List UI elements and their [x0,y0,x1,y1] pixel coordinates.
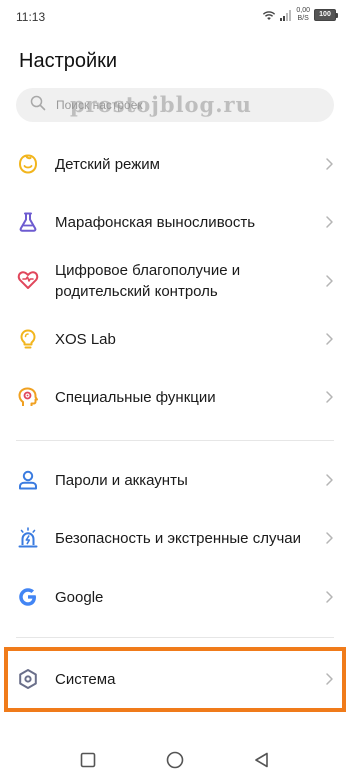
flask-icon [16,210,40,234]
setting-row-safety[interactable]: Безопасность и экстренные случаи [0,524,350,552]
chevron-right-icon [326,158,333,170]
home-button[interactable] [165,750,185,770]
setting-label: Пароли и аккаунты [55,471,188,489]
search-icon [30,95,46,116]
setting-row-passwords[interactable]: Пароли и аккаунты [0,466,350,494]
chevron-right-icon [326,391,333,403]
google-icon [16,585,40,609]
network-speed-unit: B/S [297,15,309,22]
chevron-right-icon [326,474,333,486]
chevron-right-icon [326,275,333,287]
status-time: 11:13 [16,10,46,24]
highlight-frame [4,647,346,712]
battery-icon: 100 [314,9,338,21]
emergency-icon [16,526,40,550]
setting-row-marathon[interactable]: Марафонская выносливость [0,208,350,236]
heart-icon [16,268,40,292]
setting-row-wellbeing[interactable]: Цифровое благополучие и родительский кон… [0,258,350,304]
chevron-right-icon [326,333,333,345]
kids-mode-icon [16,152,40,176]
account-icon [16,468,40,492]
battery-level: 100 [319,11,331,18]
navigation-bar [0,740,350,784]
setting-label: Детский режим [55,155,160,173]
page-title: Настройки [19,50,118,72]
network-speed: 0,00 B/S [296,7,310,23]
setting-label: Цифровое благополучие и родительский кон… [55,262,241,300]
back-button[interactable] [252,750,272,770]
setting-label: Безопасность и экстренные случаи [55,529,301,547]
section-divider [16,440,334,441]
lightbulb-icon [16,327,40,351]
signal-icon [280,9,292,21]
search-box[interactable] [16,88,334,122]
search-input[interactable] [56,98,256,112]
recent-apps-button[interactable] [78,750,98,770]
chevron-right-icon [326,532,333,544]
setting-row-accessibility[interactable]: Специальные функции [0,383,350,411]
setting-label: Специальные функции [55,388,216,406]
setting-row-xos-lab[interactable]: XOS Lab [0,325,350,353]
setting-row-google[interactable]: Google [0,583,350,611]
setting-row-kids-mode[interactable]: Детский режим [0,150,350,178]
chevron-right-icon [326,591,333,603]
wifi-icon [262,10,276,21]
chevron-right-icon [326,216,333,228]
setting-label: Google [55,588,104,606]
network-speed-value: 0,00 [296,7,310,14]
setting-label: XOS Lab [55,330,116,348]
status-bar: 11:13 0,00 B/S 100 [0,0,350,32]
accessibility-head-icon [16,385,40,409]
section-divider [16,637,334,638]
setting-label: Марафонская выносливость [55,213,256,231]
status-icons: 0,00 B/S 100 [262,7,338,23]
